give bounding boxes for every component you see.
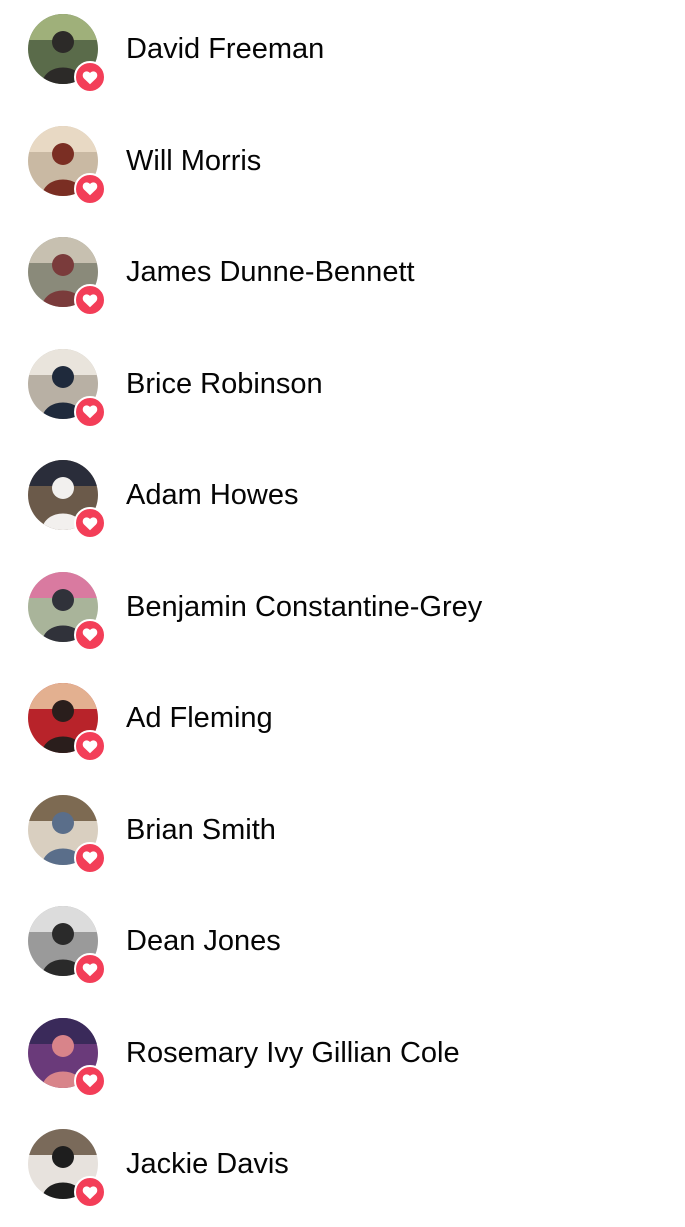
avatar-container[interactable] [28, 14, 106, 93]
avatar-container[interactable] [28, 906, 106, 985]
avatar-container[interactable] [28, 348, 106, 428]
reaction-row-8[interactable]: Brian Smith [0, 781, 685, 893]
avatar-container[interactable] [28, 237, 106, 316]
reaction-row-7[interactable]: Ad Fleming [0, 669, 685, 781]
reaction-row-1[interactable]: David Freeman [0, 0, 685, 112]
heart-icon [82, 851, 98, 865]
heart-reaction-badge [74, 1176, 106, 1208]
heart-reaction-badge [74, 841, 106, 874]
heart-icon [82, 962, 98, 976]
avatar-container[interactable] [28, 1017, 106, 1097]
person-name[interactable]: Benjamin Constantine-Grey [126, 588, 482, 626]
heart-icon [82, 182, 98, 196]
heart-icon [82, 516, 98, 530]
reaction-row-4[interactable]: Brice Robinson [0, 335, 685, 447]
person-name[interactable]: Rosemary Ivy Gillian Cole [126, 1034, 460, 1072]
avatar-container[interactable] [28, 1129, 106, 1208]
person-name[interactable]: Jackie Davis [126, 1145, 289, 1183]
person-name[interactable]: Will Morris [126, 142, 261, 180]
heart-reaction-badge [74, 730, 106, 762]
heart-reaction-badge [74, 284, 106, 316]
reaction-row-5[interactable]: Adam Howes [0, 446, 685, 558]
heart-reaction-badge [74, 507, 106, 539]
person-name[interactable]: Brice Robinson [126, 365, 323, 403]
heart-reaction-badge [74, 1064, 106, 1097]
heart-reaction-badge [74, 61, 106, 93]
heart-icon [82, 1074, 98, 1088]
reaction-row-6[interactable]: Benjamin Constantine-Grey [0, 558, 685, 670]
person-name[interactable]: Ad Fleming [126, 699, 273, 737]
reaction-row-10[interactable]: Rosemary Ivy Gillian Cole [0, 1004, 685, 1116]
heart-reaction-badge [74, 953, 106, 985]
avatar-container[interactable] [28, 571, 106, 651]
avatar-container[interactable] [28, 794, 106, 874]
reaction-row-2[interactable]: Will Morris [0, 112, 685, 224]
avatar-container[interactable] [28, 125, 106, 205]
reaction-row-9[interactable]: Dean Jones [0, 892, 685, 1004]
person-name[interactable]: James Dunne-Bennett [126, 253, 415, 291]
heart-icon [82, 628, 98, 642]
reactions-list: David Freeman Will Morris James Dunne-Be… [0, 0, 685, 1227]
person-name[interactable]: Adam Howes [126, 476, 298, 514]
person-name[interactable]: David Freeman [126, 30, 324, 68]
heart-reaction-badge [74, 395, 106, 428]
heart-icon [82, 1185, 98, 1199]
heart-icon [82, 739, 98, 753]
heart-icon [82, 405, 98, 419]
reaction-row-11[interactable]: Jackie Davis [0, 1115, 685, 1227]
heart-reaction-badge [74, 172, 106, 205]
reaction-row-3[interactable]: James Dunne-Bennett [0, 223, 685, 335]
avatar-container[interactable] [28, 683, 106, 762]
person-name[interactable]: Brian Smith [126, 811, 276, 849]
heart-icon [82, 293, 98, 307]
avatar-container[interactable] [28, 460, 106, 539]
heart-icon [82, 70, 98, 84]
person-name[interactable]: Dean Jones [126, 922, 281, 960]
heart-reaction-badge [74, 618, 106, 651]
